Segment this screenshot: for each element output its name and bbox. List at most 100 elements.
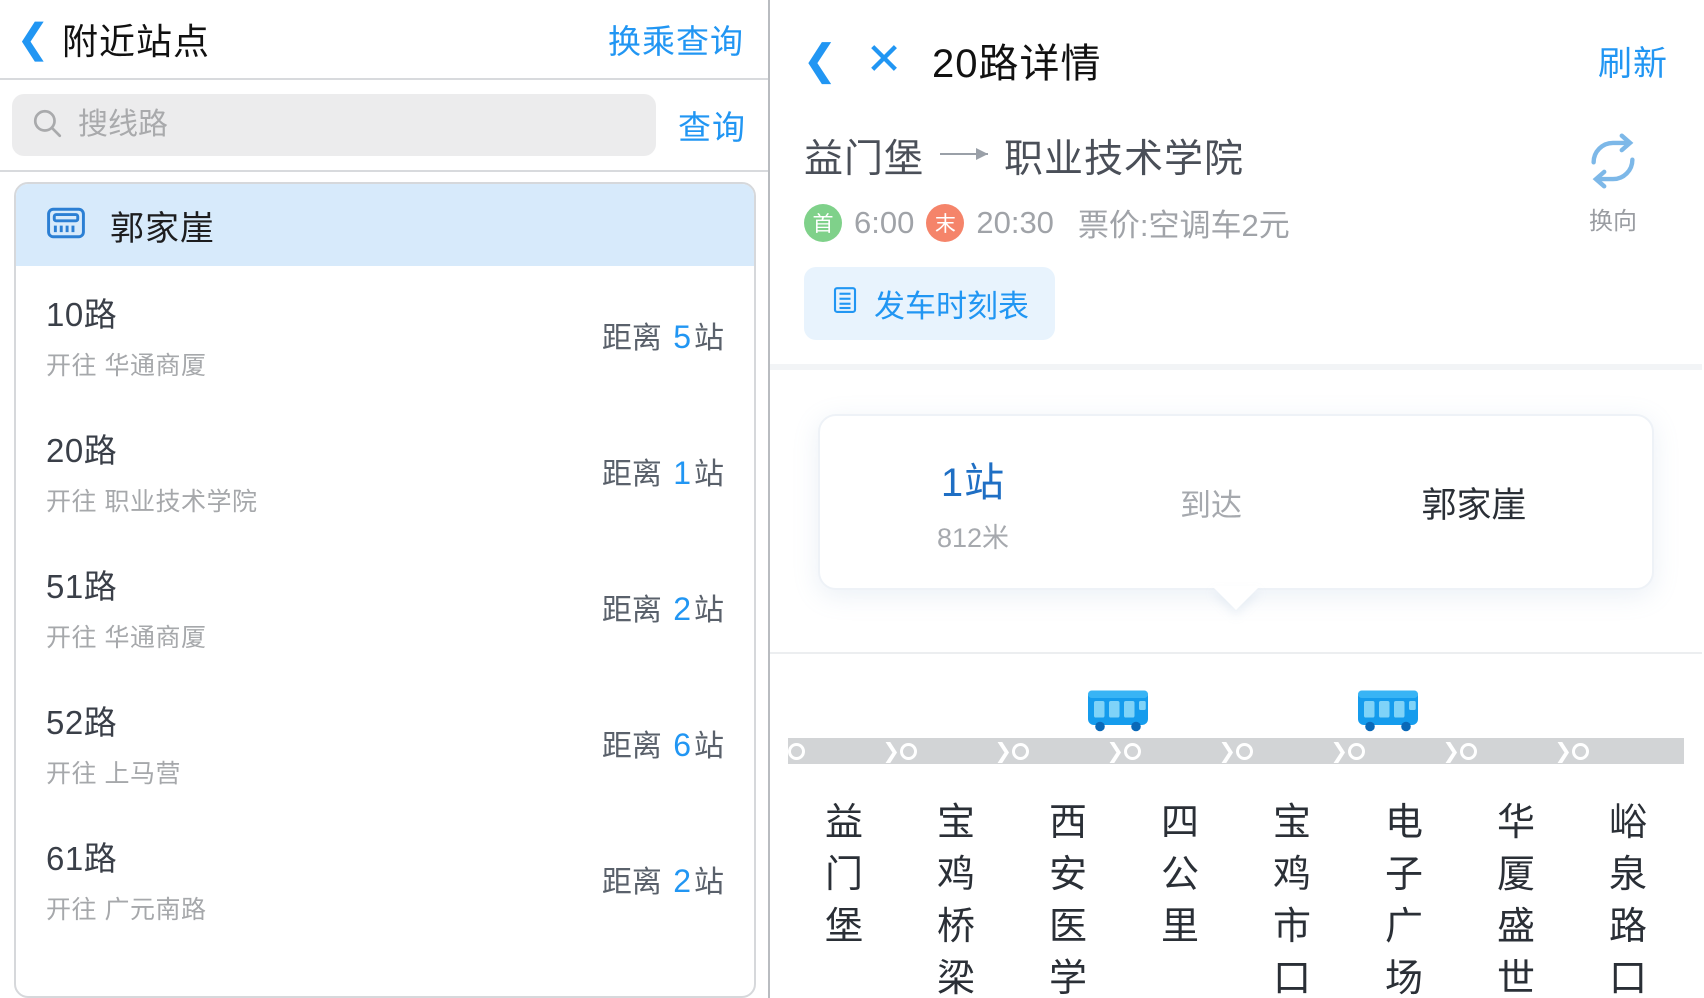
station-char: 医 xyxy=(1048,906,1087,948)
chevron-right-icon: ❯ xyxy=(882,738,900,763)
back-icon[interactable]: ❮ xyxy=(10,19,56,59)
list-item[interactable]: 61路 开往 广元南路 距离 2站 xyxy=(16,810,754,946)
fare-label: 票价:空调车2元 xyxy=(1077,208,1290,243)
arrival-distance: 812米 xyxy=(936,522,1010,553)
route-number: 61路 xyxy=(46,840,118,877)
distance-value: 5 xyxy=(673,319,691,355)
bus-markers xyxy=(770,690,1702,738)
station-label[interactable]: 宝 鸡 市 口 xyxy=(1236,804,1348,998)
page-title: 附近站点 xyxy=(62,21,211,62)
timetable-button[interactable]: 发车时刻表 xyxy=(804,267,1055,340)
swap-direction-label: 换向 xyxy=(1589,208,1637,235)
first-bus-time: 6:00 xyxy=(854,204,915,240)
route-track: ❯ ❯ ❯ ❯ ❯ ❯ ❯ 益 门 堡 宝 鸡 桥 梁 西 安 医 学 四 公 … xyxy=(770,654,1702,998)
station-char: 厦 xyxy=(1496,854,1535,896)
last-bus-time: 20:30 xyxy=(976,204,1054,240)
station-header[interactable]: 郭家崖 xyxy=(16,184,754,266)
station-label[interactable]: 峪 泉 路 口 xyxy=(1572,804,1684,998)
search-box[interactable] xyxy=(12,94,656,156)
track-segment: ❯ xyxy=(1348,738,1460,763)
station-label[interactable]: 西 安 医 学 xyxy=(1012,804,1124,998)
stop-dot-icon[interactable] xyxy=(900,742,917,760)
swap-direction-button[interactable]: 换向 xyxy=(1558,130,1668,236)
route-distance: 距离 2站 xyxy=(602,585,724,629)
stop-dot-icon[interactable] xyxy=(1460,742,1477,760)
distance-value: 6 xyxy=(673,727,691,763)
distance-prefix: 距离 xyxy=(601,594,662,627)
station-char: 益 xyxy=(824,802,863,844)
search-bar: 查询 xyxy=(0,78,768,172)
station-char: 市 xyxy=(1272,906,1311,948)
station-char: 口 xyxy=(1608,958,1647,998)
distance-suffix: 站 xyxy=(694,730,724,763)
distance-suffix: 站 xyxy=(694,322,724,355)
back-icon[interactable]: ❮ xyxy=(798,39,842,81)
station-name: 郭家崖 xyxy=(110,209,215,248)
track-segment: ❯ xyxy=(788,738,900,763)
route-number: 10路 xyxy=(46,296,118,333)
station-char: 世 xyxy=(1496,958,1535,998)
station-char: 口 xyxy=(1272,958,1311,998)
route-info: 益门堡 职业技术学院 首 6:00 末 20:30 票价:空调车2元 换向 xyxy=(770,120,1702,245)
search-icon xyxy=(30,106,64,145)
list-item[interactable]: 10路 开往 华通商厦 距离 5站 xyxy=(16,266,754,402)
station-char: 场 xyxy=(1384,958,1423,998)
close-icon[interactable]: ✕ xyxy=(854,38,914,82)
track-segment: ❯ xyxy=(900,738,1012,763)
search-input[interactable] xyxy=(78,108,638,142)
distance-suffix: 站 xyxy=(694,594,724,627)
station-char: 学 xyxy=(1048,958,1087,998)
next-arrival-card[interactable]: 1站 812米 到达 郭家崖 xyxy=(818,414,1654,610)
distance-prefix: 距离 xyxy=(601,866,662,899)
distance-value: 1 xyxy=(673,455,691,491)
transfer-query-button[interactable]: 换乘查询 xyxy=(608,15,744,63)
refresh-button[interactable]: 刷新 xyxy=(1598,36,1668,85)
station-char: 四 xyxy=(1160,802,1199,844)
route-direction: 开往 华通商厦 xyxy=(46,624,207,652)
bus-icon[interactable] xyxy=(1085,687,1151,738)
station-char: 堡 xyxy=(824,906,863,948)
route-distance: 距离 2站 xyxy=(602,857,724,901)
station-char: 公 xyxy=(1160,854,1199,896)
stop-dot-icon[interactable] xyxy=(1348,742,1365,760)
station-char: 盛 xyxy=(1496,906,1535,948)
route-list: 10路 开往 华通商厦 距离 5站 20路 开往 职业技术学院 距离 1站 51… xyxy=(16,266,754,946)
stop-dot-icon[interactable] xyxy=(1124,742,1141,760)
station-char: 电 xyxy=(1384,802,1423,844)
station-label[interactable]: 益 门 堡 xyxy=(788,804,900,998)
route-distance: 距离 6站 xyxy=(602,721,724,765)
list-item[interactable]: 20路 开往 职业技术学院 距离 1站 xyxy=(16,402,754,538)
station-label[interactable]: 华 厦 盛 世 xyxy=(1460,804,1572,998)
search-submit-button[interactable]: 查询 xyxy=(678,101,746,149)
station-char: 鸡 xyxy=(1272,854,1311,896)
detail-title: 20路详情 xyxy=(932,42,1102,86)
station-label[interactable]: 电 子 广 场 xyxy=(1348,804,1460,998)
stop-dot-icon[interactable] xyxy=(1236,742,1253,760)
arrival-stops-block: 1站 812米 xyxy=(868,450,1078,555)
arrival-status: 到达 xyxy=(1180,487,1242,523)
stop-dot-icon[interactable] xyxy=(1012,742,1029,760)
chevron-right-icon: ❯ xyxy=(994,738,1012,763)
route-schedule-meta: 首 6:00 末 20:30 票价:空调车2元 xyxy=(804,200,1538,245)
arrow-right-icon xyxy=(940,148,989,160)
track-segment xyxy=(1572,742,1684,760)
bus-icon[interactable] xyxy=(1355,687,1421,738)
station-char: 梁 xyxy=(936,958,975,998)
list-item[interactable]: 52路 开往 上马营 距离 6站 xyxy=(16,674,754,810)
arrival-card-pointer xyxy=(1212,586,1260,610)
station-label[interactable]: 宝 鸡 桥 梁 xyxy=(900,804,1012,998)
station-label[interactable]: 四 公 里 xyxy=(1124,804,1236,998)
bus-stop-icon xyxy=(44,201,88,250)
stop-dot-icon[interactable] xyxy=(788,742,805,760)
distance-prefix: 距离 xyxy=(601,322,662,355)
track-segment: ❯ xyxy=(1124,740,1236,762)
route-destination: 职业技术学院 xyxy=(1004,138,1245,181)
route-direction: 开往 职业技术学院 xyxy=(46,488,258,516)
arrival-zone: 1站 812米 到达 郭家崖 xyxy=(770,370,1702,654)
station-char: 桥 xyxy=(936,906,975,948)
list-item[interactable]: 51路 开往 华通商厦 距离 2站 xyxy=(16,538,754,674)
first-bus-badge: 首 xyxy=(804,203,842,242)
stop-dot-icon[interactable] xyxy=(1572,742,1589,760)
chevron-right-icon: ❯ xyxy=(1442,738,1460,763)
station-char: 宝 xyxy=(936,802,975,844)
